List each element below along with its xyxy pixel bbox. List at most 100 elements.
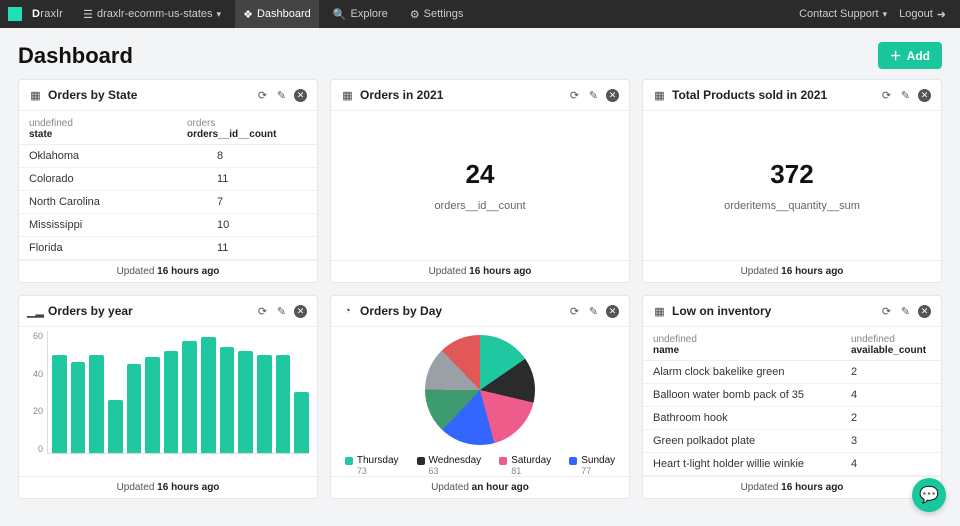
edit-icon[interactable]: ✎ — [275, 305, 288, 318]
bar — [145, 357, 160, 453]
edit-icon[interactable]: ✎ — [899, 305, 912, 318]
pie-chart: Thursday73 Wednesday63 Saturday81 Sunday77 — [331, 327, 629, 476]
table-row: North Carolina7 — [19, 191, 317, 214]
legend-item: Wednesday63 — [417, 455, 482, 476]
refresh-icon[interactable]: ⟳ — [256, 305, 269, 318]
bar — [71, 362, 86, 454]
kpi-metric: orders__id__count — [434, 200, 525, 212]
database-icon: ☰ — [83, 8, 93, 21]
bar — [164, 351, 179, 453]
bar — [182, 341, 197, 453]
bar — [89, 355, 104, 453]
table-row: Florida11 — [19, 237, 317, 260]
chat-icon: 💬 — [919, 485, 939, 505]
edit-icon[interactable]: ✎ — [587, 89, 600, 102]
chevron-down-icon: ▾ — [883, 9, 888, 20]
card-orders-2021: ▦ Orders in 2021 ⟳ ✎ ✕ 24 orders__id__co… — [330, 79, 630, 283]
refresh-icon[interactable]: ⟳ — [568, 89, 581, 102]
contact-support[interactable]: Contact Support ▾ — [793, 8, 893, 20]
brand-name[interactable]: Draxlr — [32, 8, 63, 20]
gauge-icon: ❖ — [243, 8, 253, 21]
dashboard-grid: ▦ Orders by State ⟳ ✎ ✕ undefined state … — [0, 79, 960, 517]
chart-icon: ◔ — [341, 305, 354, 318]
card-products-2021: ▦ Total Products sold in 2021 ⟳ ✎ ✕ 372 … — [642, 79, 942, 283]
table-icon: ▦ — [653, 89, 666, 102]
table-row: Bathroom hook2 — [643, 407, 941, 430]
bar-chart: 6040200 — [19, 327, 317, 476]
logout-icon: ➜ — [937, 8, 946, 21]
card-title: Orders by Day — [360, 304, 442, 318]
bar — [276, 355, 291, 453]
table-row: Balloon water bomb pack of 354 — [643, 384, 941, 407]
close-icon[interactable]: ✕ — [918, 89, 931, 102]
table-icon: ▦ — [341, 89, 354, 102]
bar — [108, 400, 123, 453]
edit-icon[interactable]: ✎ — [899, 89, 912, 102]
y-axis-ticks: 6040200 — [25, 331, 43, 454]
table-header: undefined name undefined available_count — [643, 327, 941, 361]
brand-logo — [8, 7, 22, 21]
table-header: undefined state orders orders__id__count — [19, 111, 317, 145]
bar — [52, 355, 67, 453]
card-footer: Updated 16 hours ago — [643, 476, 941, 498]
bar — [127, 364, 142, 453]
close-icon[interactable]: ✕ — [918, 305, 931, 318]
bar — [220, 347, 235, 453]
page-title: Dashboard — [18, 43, 133, 69]
table-row: Colorado11 — [19, 168, 317, 191]
legend-item: Thursday73 — [345, 455, 399, 476]
bar — [294, 392, 309, 453]
table-icon: ▦ — [29, 89, 42, 102]
refresh-icon[interactable]: ⟳ — [568, 305, 581, 318]
bar — [257, 355, 272, 453]
table-row: Green polkadot plate3 — [643, 430, 941, 453]
refresh-icon[interactable]: ⟳ — [256, 89, 269, 102]
card-orders-by-year: ▁▂ Orders by year ⟳ ✎ ✕ 6040200 Updated … — [18, 295, 318, 499]
card-title: Orders in 2021 — [360, 88, 443, 102]
top-nav: Draxlr ☰ draxlr-ecomm-us-states ▾ ❖ Dash… — [0, 0, 960, 28]
pie-legend: Thursday73 Wednesday63 Saturday81 Sunday77 — [345, 455, 615, 476]
table-icon: ▦ — [653, 305, 666, 318]
table-row: Alarm clock bakelike green2 — [643, 361, 941, 384]
logout-button[interactable]: Logout ➜ — [893, 8, 952, 21]
nav-dashboard[interactable]: ❖ Dashboard — [235, 0, 319, 28]
card-title: Orders by year — [48, 304, 133, 318]
close-icon[interactable]: ✕ — [606, 89, 619, 102]
table-row: Mississippi10 — [19, 214, 317, 237]
chevron-down-icon: ▾ — [217, 9, 222, 20]
card-footer: Updated 16 hours ago — [19, 476, 317, 498]
legend-item: Sunday77 — [569, 455, 615, 476]
nav-explore[interactable]: 🔍 Explore — [325, 0, 396, 28]
nav-settings[interactable]: ⚙ Settings — [402, 0, 472, 28]
search-icon: 🔍 — [333, 8, 347, 21]
card-title: Orders by State — [48, 88, 137, 102]
close-icon[interactable]: ✕ — [294, 89, 307, 102]
card-orders-by-state: ▦ Orders by State ⟳ ✎ ✕ undefined state … — [18, 79, 318, 283]
close-icon[interactable]: ✕ — [606, 305, 619, 318]
close-icon[interactable]: ✕ — [294, 305, 307, 318]
legend-item: Saturday81 — [499, 455, 551, 476]
bar — [201, 337, 216, 453]
add-button[interactable]: ＋ Add — [878, 42, 942, 69]
chat-button[interactable]: 💬 — [912, 478, 946, 512]
card-orders-by-day: ◔ Orders by Day ⟳ ✎ ✕ Thursday73 Wednesda… — [330, 295, 630, 499]
card-title: Total Products sold in 2021 — [672, 88, 827, 102]
kpi-metric: orderitems__quantity__sum — [724, 200, 860, 212]
table-row: Oklahoma8 — [19, 145, 317, 168]
card-footer: Updated 16 hours ago — [19, 260, 317, 282]
chart-icon: ▁▂ — [29, 305, 42, 318]
card-footer: Updated an hour ago — [331, 476, 629, 498]
page-header: Dashboard ＋ Add — [0, 28, 960, 79]
gear-icon: ⚙ — [410, 8, 420, 21]
edit-icon[interactable]: ✎ — [587, 305, 600, 318]
refresh-icon[interactable]: ⟳ — [880, 89, 893, 102]
card-footer: Updated 16 hours ago — [643, 260, 941, 282]
kpi-value: 372 — [770, 159, 813, 190]
refresh-icon[interactable]: ⟳ — [880, 305, 893, 318]
dataset-selector[interactable]: ☰ draxlr-ecomm-us-states ▾ — [75, 0, 229, 28]
kpi-value: 24 — [466, 159, 495, 190]
edit-icon[interactable]: ✎ — [275, 89, 288, 102]
card-footer: Updated 16 hours ago — [331, 260, 629, 282]
card-title: Low on inventory — [672, 304, 771, 318]
table-row: Heart t-light holder willie winkie4 — [643, 453, 941, 476]
